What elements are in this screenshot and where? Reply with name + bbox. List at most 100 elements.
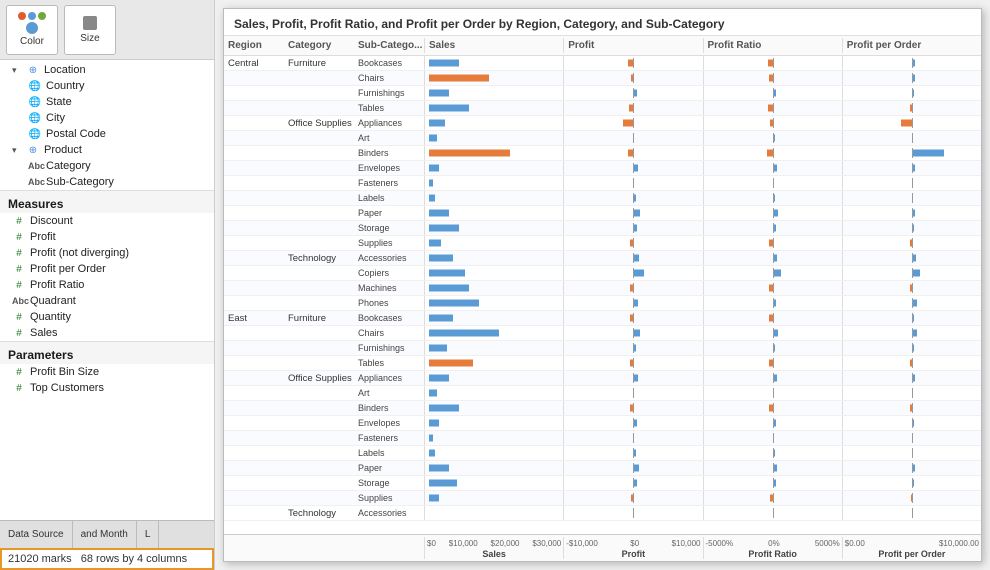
discount-label: Discount bbox=[30, 215, 73, 227]
subcategory-cell: Binders bbox=[354, 147, 424, 159]
bar-cell bbox=[703, 491, 842, 505]
region-cell bbox=[224, 437, 284, 439]
quantity-field[interactable]: # Quantity bbox=[0, 309, 214, 325]
hash-icon-profit-nd: # bbox=[12, 248, 26, 259]
bar-cell bbox=[842, 221, 981, 235]
profit-bin-size-label: Profit Bin Size bbox=[30, 366, 99, 378]
profit-per-order-field[interactable]: # Profit per Order bbox=[0, 261, 214, 277]
region-cell bbox=[224, 77, 284, 79]
table-row: Chairs bbox=[224, 326, 981, 341]
bar-cell bbox=[703, 296, 842, 310]
sales-bar-cell bbox=[424, 506, 563, 520]
category-cell bbox=[284, 332, 354, 334]
table-row: TechnologyAccessories bbox=[224, 506, 981, 521]
table-row: Machines bbox=[224, 281, 981, 296]
color-button[interactable]: Color bbox=[6, 5, 58, 55]
table-row: Labels bbox=[224, 446, 981, 461]
bar-cell bbox=[842, 446, 981, 460]
country-field[interactable]: 🌐 Country bbox=[0, 78, 214, 94]
sub-category-field[interactable]: Abc Sub-Category bbox=[0, 174, 214, 190]
table-row: Storage bbox=[224, 221, 981, 236]
toolbar-top: Color Size bbox=[0, 0, 214, 60]
subcategory-cell: Furnishings bbox=[354, 87, 424, 99]
bar-cell bbox=[703, 266, 842, 280]
sales-bar-cell bbox=[424, 461, 563, 475]
discount-field[interactable]: # Discount bbox=[0, 213, 214, 229]
region-cell bbox=[224, 122, 284, 124]
bar-cell bbox=[842, 476, 981, 490]
region-cell bbox=[224, 227, 284, 229]
hash-icon-tc: # bbox=[12, 383, 26, 394]
region-cell bbox=[224, 377, 284, 379]
bar-cell bbox=[563, 356, 702, 370]
table-row: Binders bbox=[224, 401, 981, 416]
bar-cell bbox=[563, 116, 702, 130]
profit-ratio-field[interactable]: # Profit Ratio bbox=[0, 277, 214, 293]
bar-cell bbox=[703, 446, 842, 460]
category-cell bbox=[284, 287, 354, 289]
subcategory-cell: Fasteners bbox=[354, 432, 424, 444]
location-group-item[interactable]: ▾ ⊕ Location bbox=[0, 62, 214, 78]
profit-axis: -$10,000 $0 $10,000 Profit bbox=[563, 537, 702, 559]
region-cell bbox=[224, 212, 284, 214]
top-customers-field[interactable]: # Top Customers bbox=[0, 380, 214, 396]
product-group-item[interactable]: ▾ ⊕ Product bbox=[0, 142, 214, 158]
bar-cell bbox=[563, 161, 702, 175]
category-cell bbox=[284, 362, 354, 364]
region-cell bbox=[224, 332, 284, 334]
region-cell bbox=[224, 497, 284, 499]
hash-icon-sales: # bbox=[12, 328, 26, 339]
bar-cell bbox=[703, 176, 842, 190]
bar-cell bbox=[703, 206, 842, 220]
ppo-axis-title: Profit per Order bbox=[845, 549, 979, 559]
chart-rows: CentralFurnitureBookcases Chairs Furnishin… bbox=[224, 56, 981, 534]
product-group-icon: ⊕ bbox=[26, 145, 40, 156]
category-cell bbox=[284, 242, 354, 244]
table-row: CentralFurnitureBookcases bbox=[224, 56, 981, 71]
bar-cell bbox=[842, 341, 981, 355]
bar-cell bbox=[703, 131, 842, 145]
chart-headers: Region Category Sub-Catego... Sales Prof… bbox=[224, 36, 981, 56]
sales-bar-cell bbox=[424, 446, 563, 460]
sales-field[interactable]: # Sales bbox=[0, 325, 214, 341]
product-label: Product bbox=[44, 144, 82, 156]
table-row: Supplies bbox=[224, 236, 981, 251]
bar-cell bbox=[703, 116, 842, 130]
region-cell bbox=[224, 467, 284, 469]
postal-code-field[interactable]: 🌐 Postal Code bbox=[0, 126, 214, 142]
state-field[interactable]: 🌐 State bbox=[0, 94, 214, 110]
profit-field[interactable]: # Profit bbox=[0, 229, 214, 245]
bar-cell bbox=[563, 56, 702, 70]
location-label: Location bbox=[44, 64, 86, 76]
sales-bar-cell bbox=[424, 71, 563, 85]
city-field[interactable]: 🌐 City bbox=[0, 110, 214, 126]
sales-axis: $0 $10,000 $20,000 $30,000 Sales bbox=[424, 537, 563, 559]
table-row: Art bbox=[224, 131, 981, 146]
quantity-label: Quantity bbox=[30, 311, 71, 323]
and-month-tab[interactable]: and Month bbox=[73, 521, 137, 548]
subcategory-cell: Machines bbox=[354, 282, 424, 294]
profit-bin-size-field[interactable]: # Profit Bin Size bbox=[0, 364, 214, 380]
bar-cell bbox=[563, 191, 702, 205]
region-cell bbox=[224, 152, 284, 154]
sales-bar-cell bbox=[424, 191, 563, 205]
sales-bar-cell bbox=[424, 236, 563, 250]
profit-not-div-field[interactable]: # Profit (not diverging) bbox=[0, 245, 214, 261]
sales-bar-cell bbox=[424, 296, 563, 310]
sales-bar-cell bbox=[424, 161, 563, 175]
quadrant-field[interactable]: Abc Quadrant bbox=[0, 293, 214, 309]
data-source-tab[interactable]: Data Source bbox=[0, 521, 73, 548]
size-button[interactable]: Size bbox=[64, 5, 116, 55]
region-cell bbox=[224, 182, 284, 184]
subcategory-cell: Storage bbox=[354, 222, 424, 234]
category-cell bbox=[284, 212, 354, 214]
bar-cell bbox=[563, 251, 702, 265]
category-cell: Office Supplies bbox=[284, 117, 354, 130]
bar-cell bbox=[842, 161, 981, 175]
subcategory-cell: Phones bbox=[354, 297, 424, 309]
region-cell bbox=[224, 107, 284, 109]
category-field[interactable]: Abc Category bbox=[0, 158, 214, 174]
sales-bar-cell bbox=[424, 176, 563, 190]
l-tab[interactable]: L bbox=[137, 521, 160, 548]
bar-cell bbox=[703, 476, 842, 490]
